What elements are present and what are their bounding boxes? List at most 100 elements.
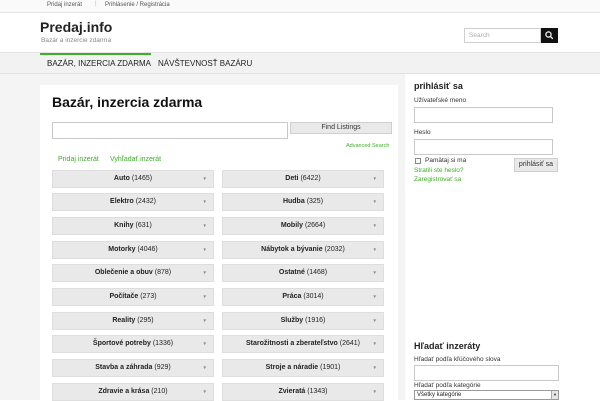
category-reality[interactable]: Reality (295) ▼	[52, 312, 214, 330]
nav-item-bazar[interactable]: BAZÁR, INZERCIA ZDARMA	[40, 53, 151, 74]
caret-down-icon: ▼	[202, 341, 207, 346]
category-name: Auto	[113, 175, 130, 182]
category-starozitnosti[interactable]: Starožitnosti a zberateľstvo (2641) ▼	[222, 335, 384, 353]
category-deti[interactable]: Deti (6422) ▼	[222, 170, 384, 188]
top-utility-bar: Pridaj inzerát | Prihlásenie / Registrác…	[0, 0, 600, 13]
search-widget-title: Hľadať inzeráty	[414, 341, 481, 351]
category-count: (929)	[154, 364, 171, 371]
username-label: Užívateľské meno	[414, 97, 467, 104]
caret-down-icon: ▼	[372, 341, 377, 346]
category-select[interactable]: Všetky kategórie ▼	[414, 390, 559, 400]
caret-down-icon: ▼	[202, 223, 207, 228]
nav-item-navstevnost[interactable]: NÁVŠTEVNOSŤ BAZÁRU	[158, 53, 253, 74]
category-select-value: Všetky kategórie	[417, 392, 462, 398]
category-count: (631)	[135, 222, 152, 229]
category-count: (325)	[306, 198, 324, 205]
topbar-separator: |	[95, 1, 97, 7]
category-auto[interactable]: Auto (1465) ▼	[52, 170, 214, 188]
caret-down-icon: ▼	[202, 270, 207, 275]
category-ostatne[interactable]: Ostatné (1468) ▼	[222, 264, 384, 282]
caret-down-icon: ▼	[372, 247, 377, 252]
category-name: Stroje a náradie	[265, 364, 319, 371]
caret-down-icon: ▼	[202, 365, 207, 370]
caret-down-icon: ▼	[202, 294, 207, 299]
category-sluzby[interactable]: Služby (1916) ▼	[222, 312, 384, 330]
category-name: Zdravie a krása	[98, 388, 150, 395]
caret-down-icon: ▼	[202, 199, 207, 204]
category-name: Nábytok a bývanie	[261, 246, 323, 253]
category-zdravie[interactable]: Zdravie a krása (210) ▼	[52, 383, 214, 401]
post-ad-link[interactable]: Pridaj inzerát	[47, 2, 82, 8]
category-knihy[interactable]: Knihy (631) ▼	[52, 217, 214, 235]
caret-down-icon: ▼	[372, 199, 377, 204]
category-nabytok[interactable]: Nábytok a bývanie (2032) ▼	[222, 241, 384, 259]
search-icon	[545, 31, 554, 40]
category-count: (2664)	[304, 222, 326, 229]
caret-down-icon: ▼	[202, 176, 207, 181]
category-count: (878)	[154, 269, 172, 276]
category-sportove-potreby[interactable]: Športové potreby (1336) ▼	[52, 335, 214, 353]
keyword-search-input[interactable]	[414, 365, 559, 381]
category-name: Stavba a záhrada	[95, 364, 153, 371]
category-mobily[interactable]: Mobily (2664) ▼	[222, 217, 384, 235]
category-stroje[interactable]: Stroje a náradie (1901) ▼	[222, 359, 384, 377]
category-elektro[interactable]: Elektro (2432) ▼	[52, 193, 214, 211]
category-count: (273)	[140, 293, 157, 300]
category-label: Hľadať podľa kategórie	[414, 382, 481, 389]
category-count: (1916)	[305, 317, 326, 324]
category-count: (1343)	[307, 388, 328, 395]
category-motorky[interactable]: Motorky (4046) ▼	[52, 241, 214, 259]
category-name: Práca	[282, 293, 302, 300]
category-count: (4046)	[137, 246, 158, 253]
category-name: Oblečenie a obuv	[94, 269, 153, 276]
category-name: Služby	[280, 317, 304, 324]
login-widget-title: prihlásiť sa	[414, 81, 463, 91]
caret-down-icon: ▼	[372, 270, 377, 275]
caret-down-icon: ▼	[372, 389, 377, 394]
category-pocitace[interactable]: Počítače (273) ▼	[52, 288, 214, 306]
caret-down-icon: ▼	[202, 318, 207, 323]
category-stavba[interactable]: Stavba a záhrada (929) ▼	[52, 359, 214, 377]
chevron-down-icon: ▼	[551, 391, 558, 399]
caret-down-icon: ▼	[202, 247, 207, 252]
keyword-label: Hľadať podľa kľúčového slova	[414, 356, 501, 363]
category-oblecenie[interactable]: Oblečenie a obuv (878) ▼	[52, 264, 214, 282]
category-zvierata[interactable]: Zvieratá (1343) ▼	[222, 383, 384, 401]
category-name: Knihy	[114, 222, 134, 229]
password-label: Heslo	[414, 129, 431, 136]
site-tagline: Bazár a inzercie zdarma	[41, 37, 112, 44]
category-name: Mobily	[280, 222, 303, 229]
category-count: (3014)	[303, 293, 324, 300]
login-register-link[interactable]: Prihlásenie / Registrácia	[105, 2, 170, 8]
register-link[interactable]: Zaregistrovať sa	[414, 176, 461, 183]
listing-search-input[interactable]	[52, 122, 288, 139]
category-count: (1468)	[306, 269, 328, 276]
category-name: Ostatné	[278, 269, 305, 276]
caret-down-icon: ▼	[372, 294, 377, 299]
category-name: Zvieratá	[278, 388, 306, 395]
caret-down-icon: ▼	[372, 176, 377, 181]
find-listings-button[interactable]: Find Listings	[290, 122, 392, 134]
site-title[interactable]: Predaj.info	[40, 19, 112, 35]
category-name: Počítače	[109, 293, 139, 300]
tab-search-ad[interactable]: Vyhľadať inzerát	[110, 156, 161, 163]
login-button[interactable]: prihlásiť sa	[514, 158, 558, 172]
category-count: (2432)	[135, 198, 156, 205]
header-search-input[interactable]: Search	[464, 28, 541, 43]
category-hudba[interactable]: Hudba (325) ▼	[222, 193, 384, 211]
category-count: (210)	[151, 388, 168, 395]
password-field[interactable]	[414, 139, 553, 155]
remember-me-checkbox[interactable]	[415, 158, 421, 164]
category-count: (1901)	[320, 364, 341, 371]
tab-post-ad[interactable]: Pridaj inzerát	[58, 156, 99, 163]
category-count: (6422)	[300, 175, 321, 182]
forgot-password-link[interactable]: Stratili ste heslo?	[414, 167, 464, 174]
username-field[interactable]	[414, 107, 553, 123]
advanced-search-link[interactable]: Advanced Search	[346, 143, 389, 149]
category-praca[interactable]: Práca (3014) ▼	[222, 288, 384, 306]
category-name: Hudba	[282, 198, 305, 205]
category-count: (1465)	[131, 175, 153, 182]
category-count: (1336)	[152, 340, 174, 347]
category-name: Motorky	[108, 246, 136, 253]
header-search-button[interactable]	[541, 28, 558, 43]
